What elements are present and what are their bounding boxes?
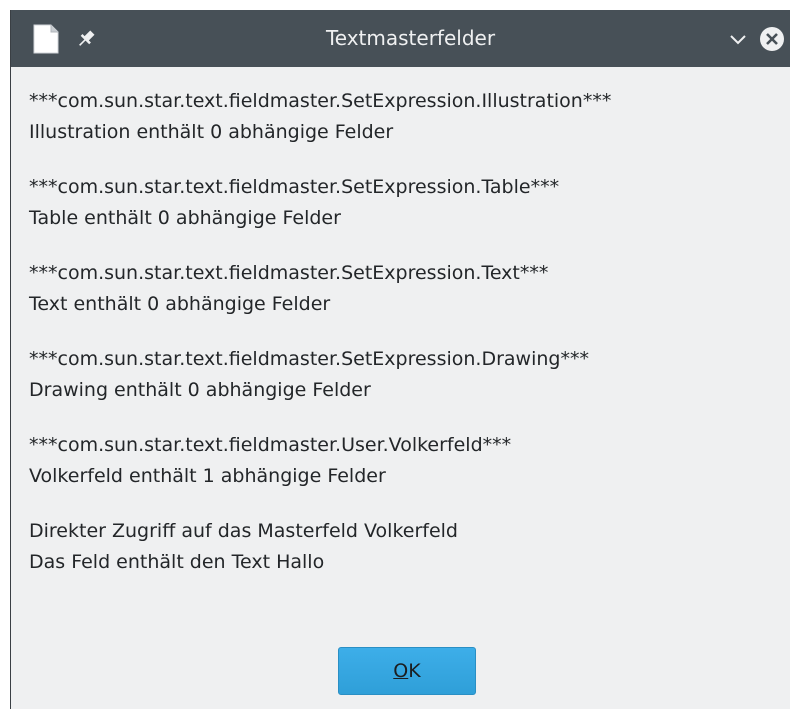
title-bar[interactable]: Textmasterfelder <box>11 10 790 67</box>
field-master-name: ***com.sun.star.text.fieldmaster.SetExpr… <box>29 90 612 112</box>
message-block: ***com.sun.star.text.fieldmaster.SetExpr… <box>29 86 786 148</box>
dependent-count: Text enthält 0 abhängige Felder <box>29 293 331 315</box>
message-text: ***com.sun.star.text.fieldmaster.SetExpr… <box>29 86 786 602</box>
dependent-count: Volkerfeld enthält 1 abhängige Felder <box>29 465 386 487</box>
message-dialog: Textmasterfelder ***com.sun.star.text.fi… <box>10 10 790 709</box>
dependent-count: Illustration enthält 0 abhängige Felder <box>29 121 394 143</box>
dependent-count: Table enthält 0 abhängige Felder <box>29 207 341 229</box>
field-master-name: ***com.sun.star.text.fieldmaster.User.Vo… <box>29 434 512 456</box>
field-master-name: ***com.sun.star.text.fieldmaster.SetExpr… <box>29 262 549 284</box>
field-master-name: ***com.sun.star.text.fieldmaster.SetExpr… <box>29 348 589 370</box>
close-icon[interactable] <box>759 26 785 52</box>
message-block: ***com.sun.star.text.fieldmaster.SetExpr… <box>29 258 786 320</box>
field-text-line: Das Feld enthält den Text Hallo <box>29 551 325 573</box>
ok-label-rest: K <box>408 660 421 682</box>
ok-mnemonic: O <box>393 660 409 682</box>
field-master-name: ***com.sun.star.text.fieldmaster.SetExpr… <box>29 176 560 198</box>
direct-access-line: Direkter Zugriff auf das Masterfeld Volk… <box>29 520 458 542</box>
ok-button[interactable]: OK <box>338 647 476 695</box>
dependent-count: Drawing enthält 0 abhängige Felder <box>29 379 371 401</box>
message-block: Direkter Zugriff auf das Masterfeld Volk… <box>29 516 786 578</box>
chevron-down-icon[interactable] <box>729 30 747 48</box>
message-block: ***com.sun.star.text.fieldmaster.SetExpr… <box>29 344 786 406</box>
window-title: Textmasterfelder <box>325 26 496 50</box>
message-block: ***com.sun.star.text.fieldmaster.SetExpr… <box>29 172 786 234</box>
message-block: ***com.sun.star.text.fieldmaster.User.Vo… <box>29 430 786 492</box>
